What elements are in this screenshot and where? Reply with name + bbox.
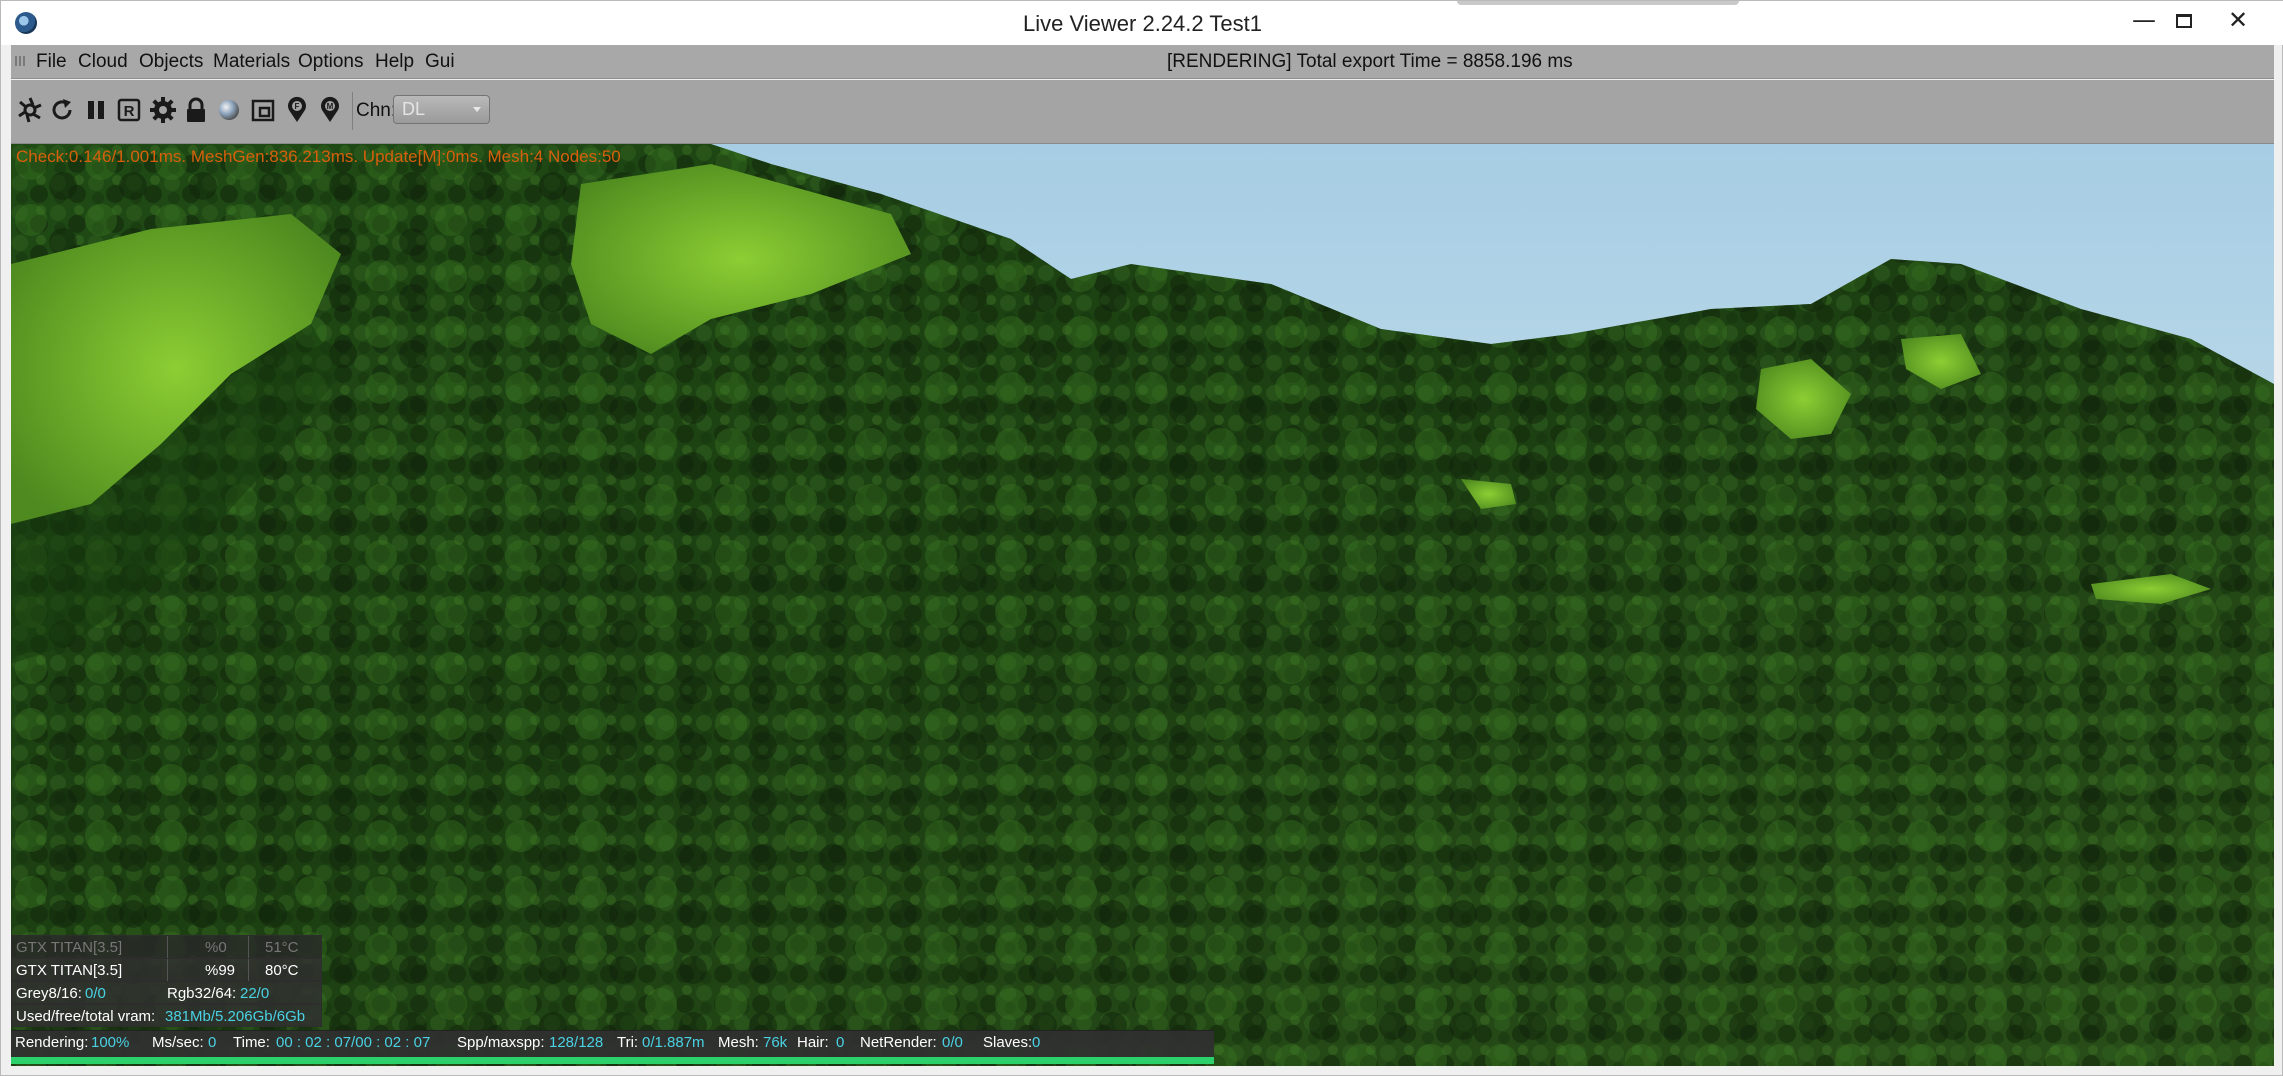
aperture-icon[interactable] [15, 95, 45, 125]
menu-materials[interactable]: Materials [213, 51, 290, 73]
render-region-icon[interactable]: R [114, 95, 144, 125]
spp-label: Spp/maxspp: [457, 1034, 545, 1051]
viewport-info-line: Check:0.146/1.001ms. MeshGen:836.213ms. … [16, 147, 621, 166]
rendering-value: 100% [91, 1034, 130, 1051]
render-viewport[interactable]: Check:0.146/1.001ms. MeshGen:836.213ms. … [11, 144, 2274, 1066]
export-status: [RENDERING] Total export Time = 8858.196… [1167, 51, 1573, 72]
netrender-label: NetRender: [860, 1034, 937, 1051]
hair-value: 0 [836, 1034, 845, 1051]
menu-bar: File Cloud Objects Materials Options Hel… [11, 45, 2274, 79]
settings-icon[interactable] [148, 95, 178, 125]
svg-text:M: M [327, 102, 334, 111]
channel-select[interactable]: DL [393, 95, 490, 124]
mssec-value: 0 [208, 1034, 217, 1051]
toolbar: R F M Chn: DL [11, 80, 2274, 144]
mesh-value: 76k [763, 1034, 788, 1051]
hair-label: Hair: [797, 1034, 829, 1051]
live-viewer-window: Live Viewer 2.24.2 Test1 — ✕ File Cloud … [0, 0, 2283, 1076]
gpu-usage: %99 [205, 962, 236, 979]
maximize-icon [2176, 14, 2192, 28]
grey-label: Grey8/16: [16, 985, 82, 1002]
gpu-panel: GTX TITAN[3.5] %0 51°C GTX TITAN[3.5] %9… [11, 935, 322, 1027]
column-divider [167, 959, 168, 981]
svg-text:F: F [295, 102, 300, 111]
slaves-label: Slaves: [983, 1034, 1033, 1051]
gpu-row[interactable]: GTX TITAN[3.5] %0 51°C [11, 935, 322, 958]
maximize-button[interactable] [2161, 5, 2207, 35]
menu-file[interactable]: File [36, 51, 67, 73]
column-divider [167, 936, 168, 958]
menu-cloud[interactable]: Cloud [78, 51, 128, 73]
title-tab [1457, 1, 1739, 5]
grey-value: 0/0 [85, 985, 106, 1002]
column-divider [248, 959, 249, 981]
netrender-value: 0/0 [942, 1034, 963, 1051]
column-divider [248, 936, 249, 958]
menu-help[interactable]: Help [375, 51, 414, 73]
chevron-down-icon [473, 107, 481, 112]
gpu-row[interactable]: GTX TITAN[3.5] %99 80°C [11, 958, 322, 981]
gpu-usage: %0 [205, 939, 227, 956]
tri-value: 0/1.887m [642, 1034, 705, 1051]
texture-memory-row: Grey8/16: 0/0 Rgb32/64: 22/0 [11, 981, 322, 1004]
lock-icon[interactable] [181, 95, 211, 125]
mesh-label: Mesh: [718, 1034, 759, 1051]
gpu-temp: 51°C [265, 939, 299, 956]
pause-icon[interactable] [81, 95, 111, 125]
window-title: Live Viewer 2.24.2 Test1 [1023, 11, 1262, 36]
tri-label: Tri: [617, 1034, 639, 1051]
gpu-name: GTX TITAN[3.5] [16, 962, 123, 979]
menu-objects[interactable]: Objects [139, 51, 203, 73]
region-box-icon[interactable] [248, 95, 278, 125]
close-button[interactable]: ✕ [2215, 5, 2261, 35]
vram-row: Used/free/total vram: 381Mb/5.206Gb/6Gb [11, 1004, 322, 1027]
vram-value: 381Mb/5.206Gb/6Gb [165, 1008, 306, 1025]
render-image [11, 144, 2274, 1066]
vram-label: Used/free/total vram: [16, 1008, 156, 1025]
channel-select-value: DL [402, 99, 426, 119]
gpu-name: GTX TITAN[3.5] [16, 939, 123, 956]
pin-f-icon[interactable]: F [282, 95, 312, 125]
spp-value: 128/128 [549, 1034, 604, 1051]
menu-grip-icon[interactable] [15, 56, 25, 66]
material-sphere-icon[interactable] [214, 95, 244, 125]
rgb-label: Rgb32/64: [167, 985, 237, 1002]
rgb-value: 22/0 [240, 985, 270, 1002]
channel-label: Chn: [356, 100, 397, 121]
slaves-value: 0 [1032, 1034, 1041, 1051]
gpu-temp: 80°C [265, 962, 299, 979]
mssec-label: Ms/sec: [152, 1034, 204, 1051]
render-status-bar: Rendering: 100% Ms/sec: 0 Time: 00 : 02 … [11, 1030, 1214, 1058]
toolbar-separator [352, 92, 353, 130]
menu-options[interactable]: Options [298, 51, 363, 73]
pin-m-icon[interactable]: M [315, 95, 345, 125]
svg-text:R: R [124, 103, 135, 120]
render-progress-fill [11, 1057, 1214, 1064]
time-value: 00 : 02 : 07/00 : 02 : 07 [276, 1034, 431, 1051]
menu-gui[interactable]: Gui [425, 51, 455, 73]
time-label: Time: [233, 1034, 270, 1051]
title-bar: Live Viewer 2.24.2 Test1 — ✕ [1, 1, 2283, 45]
rendering-label: Rendering: [15, 1034, 89, 1051]
render-progress-bar [11, 1057, 1214, 1064]
refresh-icon[interactable] [47, 95, 77, 125]
